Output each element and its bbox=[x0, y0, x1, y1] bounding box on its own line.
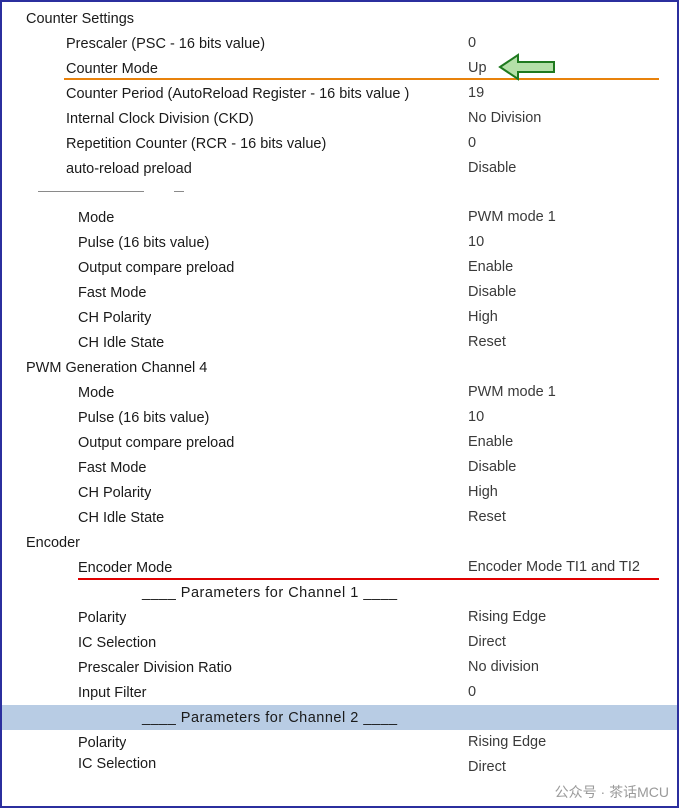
setting-label: Mode bbox=[78, 384, 115, 401]
setting-value[interactable]: Enable bbox=[468, 430, 513, 455]
setting-row[interactable]: Fast Mode Disable bbox=[2, 455, 677, 480]
setting-row[interactable]: Fast Mode Disable bbox=[2, 280, 677, 305]
setting-value[interactable]: High bbox=[468, 305, 498, 330]
setting-label: CH Polarity bbox=[78, 309, 152, 326]
setting-row[interactable]: Output compare preload Enable bbox=[2, 255, 677, 280]
setting-row[interactable]: Internal Clock Division (CKD) No Division bbox=[2, 106, 677, 131]
setting-row[interactable]: Counter Mode Up bbox=[2, 56, 677, 81]
setting-label: Mode bbox=[78, 209, 115, 226]
setting-value[interactable]: High bbox=[468, 480, 498, 505]
setting-label: Polarity bbox=[78, 734, 127, 751]
setting-value[interactable]: 0 bbox=[468, 680, 476, 705]
setting-row[interactable]: Counter Period (AutoReload Register - 16… bbox=[2, 81, 677, 106]
setting-value[interactable]: Direct bbox=[468, 630, 506, 655]
setting-label: IC Selection bbox=[78, 755, 157, 772]
setting-value[interactable]: 10 bbox=[468, 405, 484, 430]
section-divider bbox=[2, 181, 677, 205]
setting-row[interactable]: Encoder Mode Encoder Mode TI1 and TI2 bbox=[2, 555, 677, 580]
setting-row[interactable]: Prescaler Division Ratio No division bbox=[2, 655, 677, 680]
setting-label: Encoder Mode bbox=[78, 559, 173, 576]
setting-label: CH Polarity bbox=[78, 484, 152, 501]
counter-settings-window: Counter Settings Prescaler (PSC - 16 bit… bbox=[0, 0, 679, 808]
setting-row[interactable]: CH Polarity High bbox=[2, 480, 677, 505]
setting-label: PWM Generation Channel 4 bbox=[26, 359, 208, 376]
setting-label: Encoder bbox=[26, 534, 81, 551]
setting-value[interactable]: Disable bbox=[468, 455, 516, 480]
page-title: Counter Settings bbox=[26, 10, 135, 27]
setting-value[interactable]: Disable bbox=[468, 280, 516, 305]
setting-label: ____ Parameters for Channel 2 ____ bbox=[142, 709, 398, 726]
setting-value[interactable]: 0 bbox=[468, 131, 476, 156]
setting-label: Counter Mode bbox=[66, 60, 158, 77]
setting-row[interactable]: ____ Parameters for Channel 1 ____ bbox=[2, 580, 677, 605]
setting-value[interactable]: 19 bbox=[468, 81, 484, 106]
setting-row[interactable]: ____ Parameters for Channel 2 ____ bbox=[2, 705, 677, 730]
setting-label: ____ Parameters for Channel 1 ____ bbox=[142, 584, 398, 601]
setting-value[interactable]: Direct bbox=[468, 755, 506, 772]
setting-row[interactable]: CH Idle State Reset bbox=[2, 330, 677, 355]
setting-value[interactable]: Reset bbox=[468, 505, 506, 530]
setting-row[interactable]: CH Idle State Reset bbox=[2, 505, 677, 530]
setting-value[interactable]: Enable bbox=[468, 255, 513, 280]
setting-value[interactable]: Reset bbox=[468, 330, 506, 355]
setting-label: IC Selection bbox=[78, 634, 157, 651]
setting-row[interactable]: Repetition Counter (RCR - 16 bits value)… bbox=[2, 131, 677, 156]
setting-label: Repetition Counter (RCR - 16 bits value) bbox=[66, 135, 327, 152]
setting-value[interactable]: Rising Edge bbox=[468, 730, 546, 755]
setting-row[interactable]: Pulse (16 bits value) 10 bbox=[2, 405, 677, 430]
setting-value[interactable]: 10 bbox=[468, 230, 484, 255]
setting-label: Prescaler (PSC - 16 bits value) bbox=[66, 35, 266, 52]
setting-label: Pulse (16 bits value) bbox=[78, 234, 210, 251]
setting-row[interactable]: Polarity Rising Edge bbox=[2, 605, 677, 630]
setting-label: Fast Mode bbox=[78, 459, 147, 476]
setting-label: Fast Mode bbox=[78, 284, 147, 301]
setting-row[interactable]: Mode PWM mode 1 bbox=[2, 205, 677, 230]
setting-row[interactable]: Encoder bbox=[2, 530, 677, 555]
setting-row[interactable]: auto-reload preload Disable bbox=[2, 156, 677, 181]
setting-row[interactable]: Pulse (16 bits value) 10 bbox=[2, 230, 677, 255]
setting-label: Output compare preload bbox=[78, 434, 235, 451]
setting-label: Counter Period (AutoReload Register - 16… bbox=[66, 85, 410, 102]
setting-value[interactable]: No Division bbox=[468, 106, 541, 131]
setting-label: CH Idle State bbox=[78, 334, 165, 351]
settings-panel: Counter Settings Prescaler (PSC - 16 bit… bbox=[2, 2, 677, 806]
setting-label: Prescaler Division Ratio bbox=[78, 659, 232, 676]
setting-row[interactable]: Input Filter 0 bbox=[2, 680, 677, 705]
setting-value[interactable]: Rising Edge bbox=[468, 605, 546, 630]
setting-value[interactable]: Disable bbox=[468, 156, 516, 181]
setting-value[interactable]: Up bbox=[468, 56, 487, 81]
setting-label: Pulse (16 bits value) bbox=[78, 409, 210, 426]
setting-row[interactable]: Output compare preload Enable bbox=[2, 430, 677, 455]
setting-row[interactable]: IC Selection Direct bbox=[2, 630, 677, 655]
watermark-text: 公众号 · 茶话MCU bbox=[554, 784, 669, 800]
setting-label: Internal Clock Division (CKD) bbox=[66, 110, 254, 127]
setting-value[interactable]: PWM mode 1 bbox=[468, 380, 556, 405]
setting-value[interactable]: Encoder Mode TI1 and TI2 bbox=[468, 555, 640, 580]
setting-row[interactable]: CH Polarity High bbox=[2, 305, 677, 330]
setting-value[interactable]: No division bbox=[468, 655, 539, 680]
setting-label: Polarity bbox=[78, 609, 127, 626]
window-title-row: Counter Settings bbox=[2, 6, 677, 31]
settings-rows: Prescaler (PSC - 16 bits value) 0 Counter … bbox=[2, 31, 677, 772]
setting-label: CH Idle State bbox=[78, 509, 165, 526]
green-arrow-annotation bbox=[498, 53, 555, 81]
setting-label: auto-reload preload bbox=[66, 160, 192, 177]
setting-label: Output compare preload bbox=[78, 259, 235, 276]
setting-label: Input Filter bbox=[78, 684, 147, 701]
setting-value[interactable]: PWM mode 1 bbox=[468, 205, 556, 230]
setting-value[interactable]: 0 bbox=[468, 31, 476, 56]
setting-row[interactable]: IC Selection Direct bbox=[2, 755, 677, 773]
setting-row[interactable]: PWM Generation Channel 4 bbox=[2, 355, 677, 380]
setting-row[interactable]: Polarity Rising Edge bbox=[2, 730, 677, 755]
setting-row[interactable]: Mode PWM mode 1 bbox=[2, 380, 677, 405]
setting-row[interactable]: Prescaler (PSC - 16 bits value) 0 bbox=[2, 31, 677, 56]
